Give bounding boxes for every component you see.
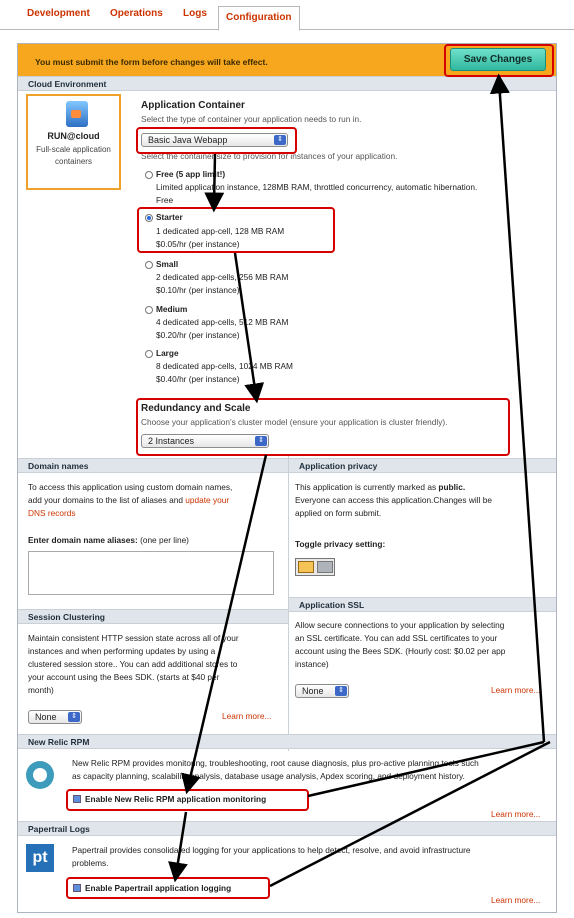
arrow-1: [204, 153, 225, 213]
arrow-4: [307, 740, 545, 798]
tab-development[interactable]: Development: [27, 8, 90, 19]
arrow-6: [168, 811, 188, 883]
arrow-2: [233, 252, 265, 404]
tabs-bar: Development Operations Logs Configuratio…: [0, 0, 574, 31]
tab-operations[interactable]: Operations: [110, 8, 163, 19]
arrow-7: [269, 740, 551, 888]
configuration-panel: You must submit the form before changes …: [17, 43, 557, 913]
tab-configuration[interactable]: Configuration: [218, 6, 300, 31]
tab-logs[interactable]: Logs: [183, 8, 207, 19]
arrow-3: [181, 454, 268, 795]
instruction-arrows: [168, 73, 551, 888]
arrow-5: [489, 73, 546, 743]
